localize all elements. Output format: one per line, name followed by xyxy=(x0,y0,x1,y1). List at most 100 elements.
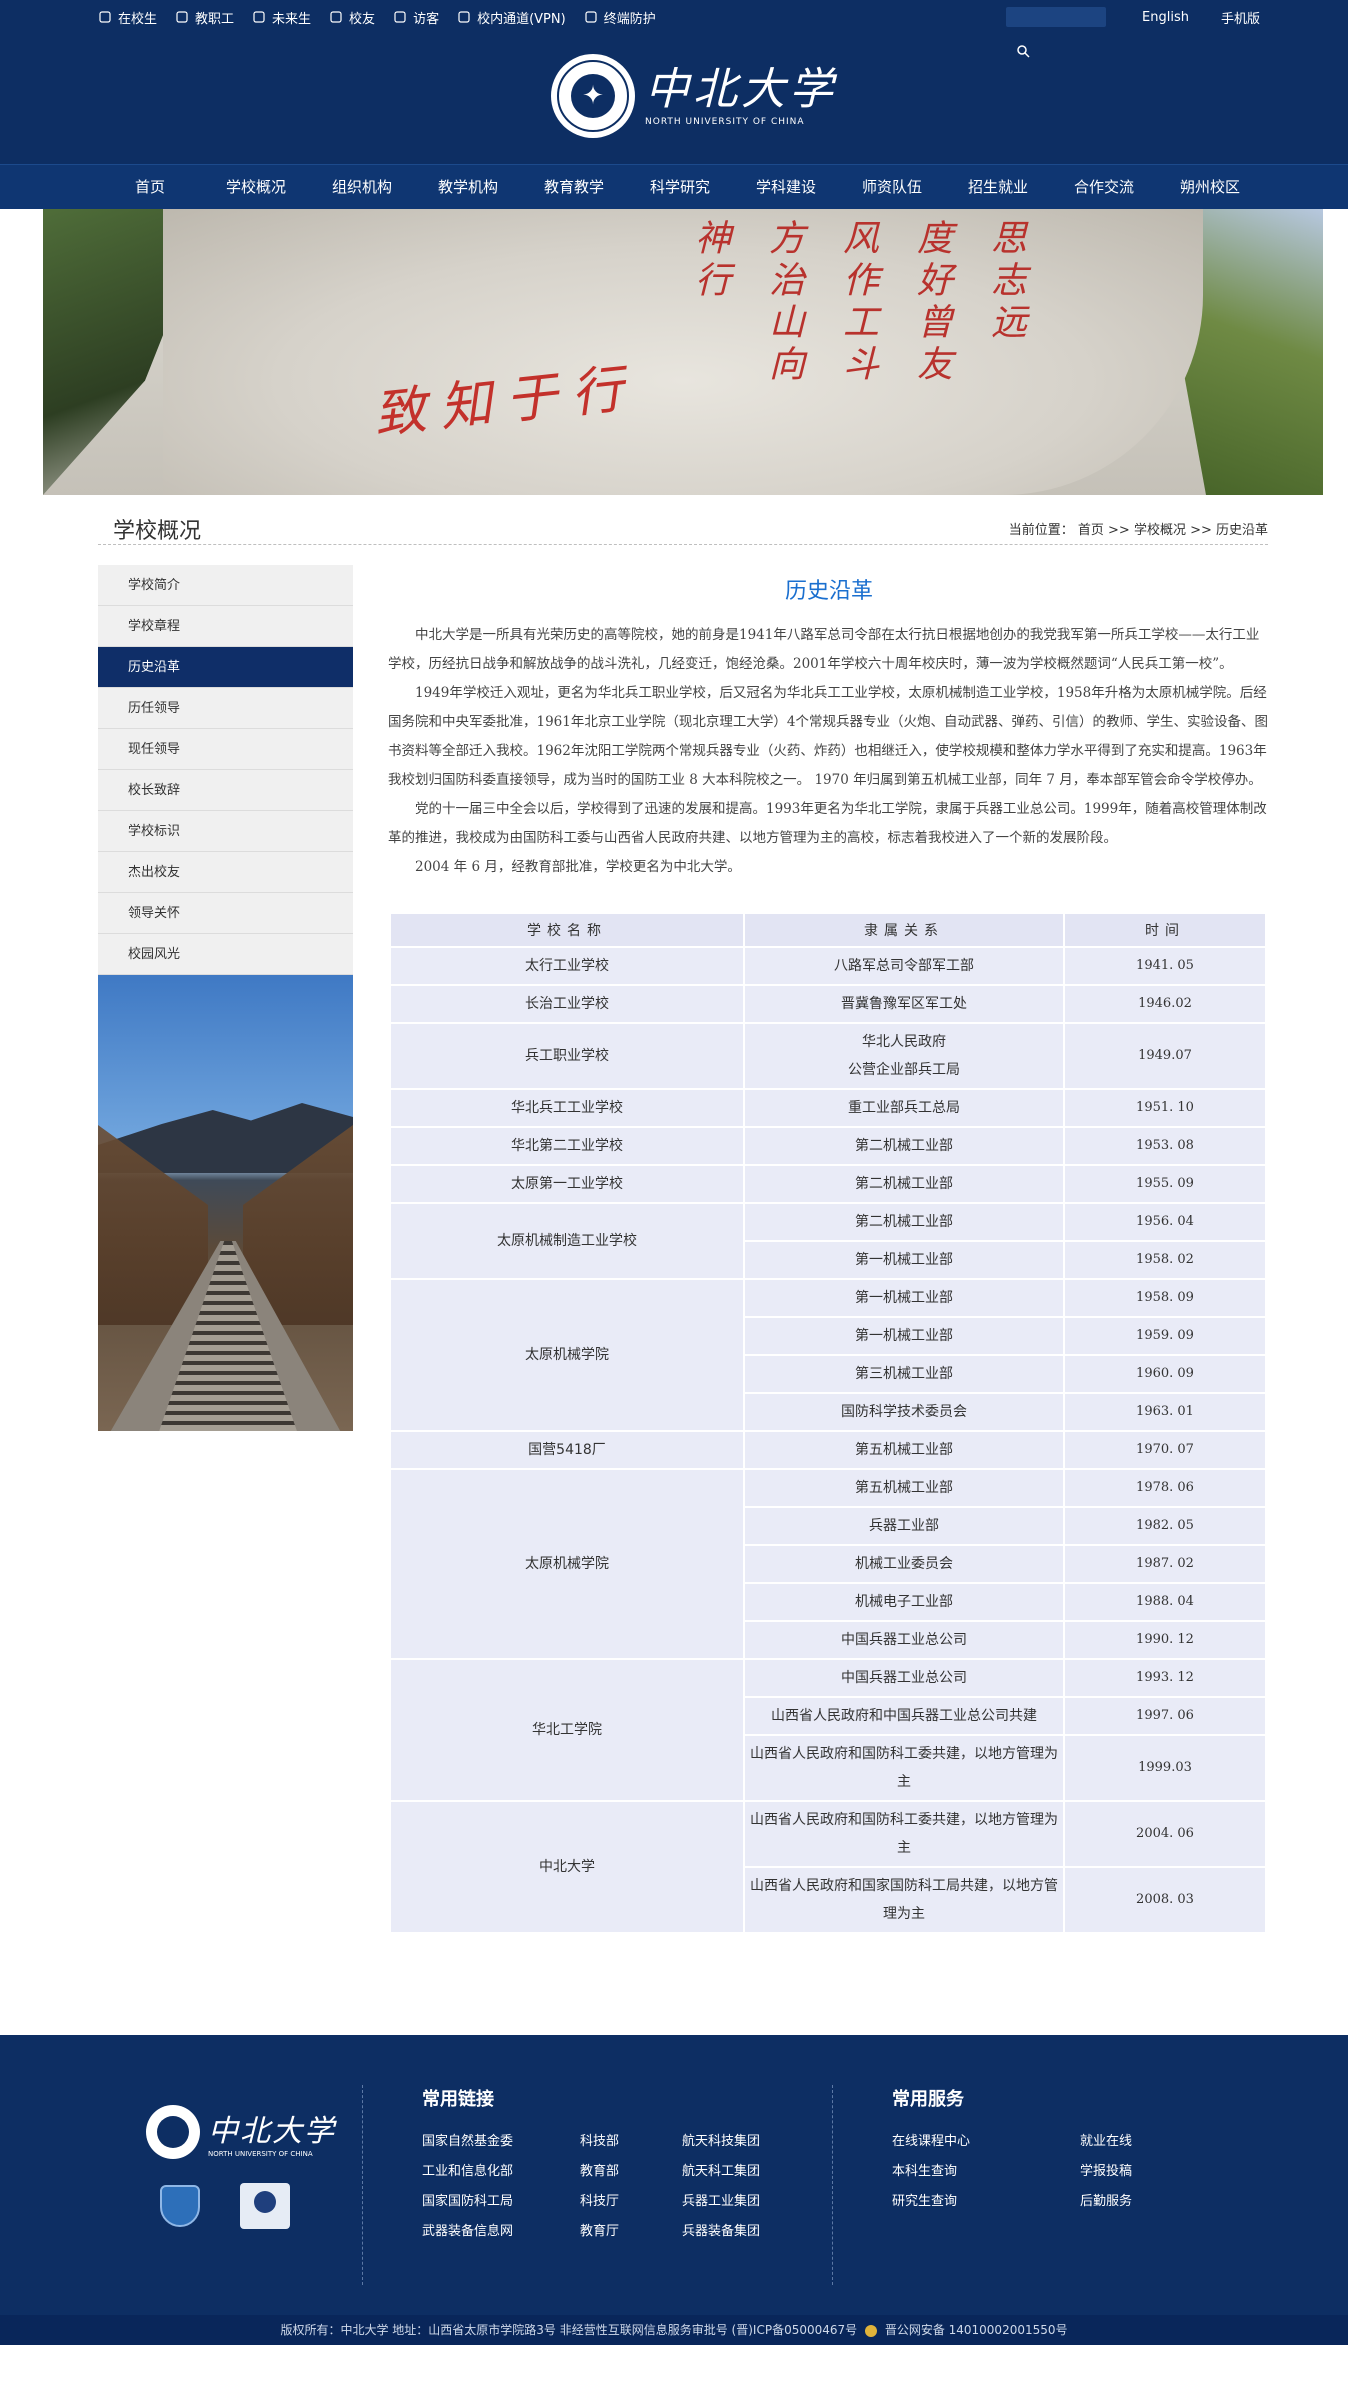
nav-item-9[interactable]: 合作交流 xyxy=(1051,165,1157,209)
logo-en-name: NORTH UNIVERSITY OF CHINA xyxy=(645,117,805,127)
school-name-cell: 太原机械制造工业学校 xyxy=(391,1204,743,1278)
table-header-affiliation: 隶属关系 xyxy=(745,914,1063,946)
time-cell: 1993. 12 xyxy=(1065,1660,1265,1696)
footer-link-1[interactable]: 科技部 xyxy=(580,2130,619,2149)
top-link-0[interactable]: 在校生 xyxy=(98,8,157,27)
time-cell: 1987. 02 xyxy=(1065,1546,1265,1582)
footer-logo[interactable]: 中北大学 NORTH UNIVERSITY OF CHINA xyxy=(146,2105,336,2159)
nav-item-4[interactable]: 教育教学 xyxy=(521,165,627,209)
nav-item-0[interactable]: 首页 xyxy=(97,165,203,209)
nav-item-1[interactable]: 学校概况 xyxy=(203,165,309,209)
future-student-icon xyxy=(253,11,265,23)
time-cell: 1963. 01 xyxy=(1065,1394,1265,1430)
staff-icon xyxy=(176,11,188,23)
gov-site-badge-icon[interactable] xyxy=(160,2185,200,2227)
article-body: 中北大学是一所具有光荣历史的高等院校，她的前身是1941年八路军总司令部在太行抗… xyxy=(388,621,1270,882)
sidebar-item-3[interactable]: 历任领导 xyxy=(98,688,353,729)
top-link-label: 校友 xyxy=(349,11,376,27)
time-cell: 1951. 10 xyxy=(1065,1090,1265,1126)
nav-item-2[interactable]: 组织机构 xyxy=(309,165,415,209)
sidebar-item-4[interactable]: 现任领导 xyxy=(98,729,353,770)
police-record-text[interactable]: 晋公网安备 14010002001550号 xyxy=(885,2323,1068,2337)
police-badge-icon[interactable] xyxy=(240,2183,290,2229)
footer-link-8[interactable]: 兵器工业集团 xyxy=(682,2190,760,2209)
footer-link-9[interactable]: 武器装备信息网 xyxy=(422,2220,513,2239)
time-cell: 1958. 02 xyxy=(1065,1242,1265,1278)
site-footer: 中北大学 NORTH UNIVERSITY OF CHINA 常用链接 国家自然… xyxy=(0,2035,1348,2345)
footer-link-5[interactable]: 航天科工集团 xyxy=(682,2160,760,2179)
article-paragraph: 1949年学校迁入观址，更名为华北兵工职业学校，后又冠名为华北兵工工业学校，太原… xyxy=(388,685,1268,788)
footer-link-6[interactable]: 国家国防科工局 xyxy=(422,2190,513,2209)
footer-link-7[interactable]: 科技厅 xyxy=(580,2190,619,2209)
top-link-label: 访客 xyxy=(413,11,440,27)
footer-logo-cn: 中北大学 xyxy=(208,2114,336,2149)
footer-divider xyxy=(832,2085,833,2285)
top-link-2[interactable]: 未来生 xyxy=(252,8,311,27)
breadcrumb: 当前位置： 首页 >> 学校概况 >> 历史沿革 xyxy=(1008,523,1268,538)
top-link-3[interactable]: 校友 xyxy=(329,8,375,27)
sidebar-item-0[interactable]: 学校简介 xyxy=(98,565,353,606)
sidebar-item-9[interactable]: 校园风光 xyxy=(98,934,353,975)
school-name-cell: 华北兵工工业学校 xyxy=(391,1090,743,1126)
article-paragraph: 中北大学是一所具有光荣历史的高等院校，她的前身是1941年八路军总司令部在太行抗… xyxy=(388,627,1260,672)
top-link-6[interactable]: 终端防护 xyxy=(584,8,656,27)
sidebar-item-2[interactable]: 历史沿革 xyxy=(98,647,353,688)
mobile-link[interactable]: 手机版 xyxy=(1221,8,1260,27)
footer-service-0[interactable]: 在线课程中心 xyxy=(892,2130,970,2149)
article-content: 历史沿革 中北大学是一所具有光荣历史的高等院校，她的前身是1941年八路军总司令… xyxy=(388,565,1270,1934)
school-name-cell: 长治工业学校 xyxy=(391,986,743,1022)
time-cell: 1958. 09 xyxy=(1065,1280,1265,1316)
footer-link-4[interactable]: 教育部 xyxy=(580,2160,619,2179)
affiliation-cell: 机械工业委员会 xyxy=(745,1546,1063,1582)
nav-item-10[interactable]: 朔州校区 xyxy=(1157,165,1263,209)
university-seal-icon: ✦ xyxy=(551,54,635,138)
affiliation-cell: 第一机械工业部 xyxy=(745,1242,1063,1278)
nav-item-5[interactable]: 科学研究 xyxy=(627,165,733,209)
shield-icon xyxy=(585,11,597,23)
english-link[interactable]: English xyxy=(1142,10,1189,25)
footer-service-1[interactable]: 就业在线 xyxy=(1080,2130,1132,2149)
nav-item-6[interactable]: 学科建设 xyxy=(733,165,839,209)
footer-services-title: 常用服务 xyxy=(892,2089,964,2110)
affiliation-cell: 重工业部兵工总局 xyxy=(745,1090,1063,1126)
time-cell: 1982. 05 xyxy=(1065,1508,1265,1544)
footer-service-4[interactable]: 研究生查询 xyxy=(892,2190,957,2209)
time-cell: 1946.02 xyxy=(1065,986,1265,1022)
footer-link-2[interactable]: 航天科技集团 xyxy=(682,2130,760,2149)
search-input[interactable] xyxy=(1006,7,1107,27)
nav-item-8[interactable]: 招生就业 xyxy=(945,165,1051,209)
footer-link-3[interactable]: 工业和信息化部 xyxy=(422,2160,513,2179)
footer-service-2[interactable]: 本科生查询 xyxy=(892,2160,957,2179)
school-name-cell: 太原机械学院 xyxy=(391,1280,743,1430)
sidebar-item-5[interactable]: 校长致辞 xyxy=(98,770,353,811)
top-link-1[interactable]: 教职工 xyxy=(175,8,234,27)
footer-link-11[interactable]: 兵器装备集团 xyxy=(682,2220,760,2239)
time-cell: 1949.07 xyxy=(1065,1024,1265,1088)
school-name-cell: 太原机械学院 xyxy=(391,1470,743,1658)
affiliation-cell: 山西省人民政府和国防科工委共建，以地方管理为主 xyxy=(745,1802,1063,1866)
affiliation-cell: 八路军总司令部军工部 xyxy=(745,948,1063,984)
sidebar-item-1[interactable]: 学校章程 xyxy=(98,606,353,647)
affiliation-cell: 中国兵器工业总公司 xyxy=(745,1622,1063,1658)
nav-item-7[interactable]: 师资队伍 xyxy=(839,165,945,209)
footer-seal-icon xyxy=(146,2105,200,2159)
top-link-label: 校内通道(VPN) xyxy=(477,11,566,27)
footer-service-3[interactable]: 学报投稿 xyxy=(1080,2160,1132,2179)
sidebar-item-6[interactable]: 学校标识 xyxy=(98,811,353,852)
affiliation-cell: 第一机械工业部 xyxy=(745,1318,1063,1354)
affiliation-cell: 华北人民政府 公营企业部兵工局 xyxy=(745,1024,1063,1088)
top-link-5[interactable]: 校内通道(VPN) xyxy=(457,8,566,27)
university-logo[interactable]: ✦ 中北大学 NORTH UNIVERSITY OF CHINA xyxy=(551,54,837,138)
footer-service-5[interactable]: 后勤服务 xyxy=(1080,2190,1132,2209)
search-icon[interactable] xyxy=(1016,44,1030,58)
time-cell: 1955. 09 xyxy=(1065,1166,1265,1202)
nav-item-3[interactable]: 教学机构 xyxy=(415,165,521,209)
top-link-4[interactable]: 访客 xyxy=(393,8,439,27)
footer-link-10[interactable]: 教育厅 xyxy=(580,2220,619,2239)
sidebar-item-7[interactable]: 杰出校友 xyxy=(98,852,353,893)
footer-link-0[interactable]: 国家自然基金委 xyxy=(422,2130,513,2149)
table-header-time: 时间 xyxy=(1065,914,1265,946)
sidebar-item-8[interactable]: 领导关怀 xyxy=(98,893,353,934)
affiliation-cell: 晋冀鲁豫军区军工处 xyxy=(745,986,1063,1022)
table-row: 太行工业学校 八路军总司令部军工部 1941. 05 xyxy=(391,948,1265,984)
